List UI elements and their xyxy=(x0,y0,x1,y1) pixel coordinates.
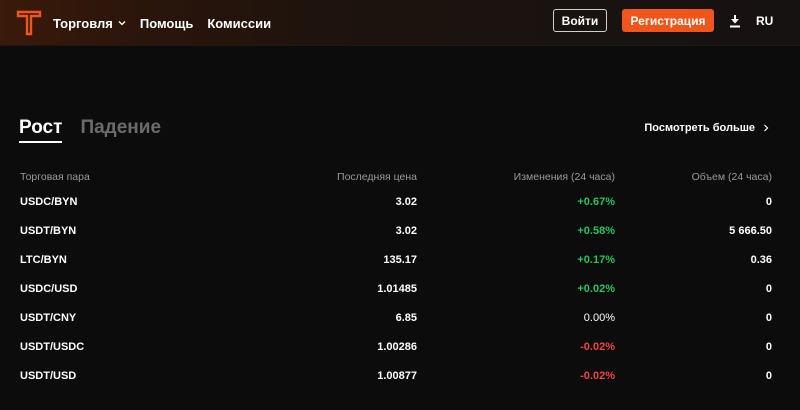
volume-cell: 0 xyxy=(765,341,772,353)
pair-cell: USDC/BYN xyxy=(20,196,78,208)
pair-cell: USDC/USD xyxy=(20,283,78,295)
price-cell: 1.01485 xyxy=(377,283,417,295)
see-more-link[interactable]: Посмотреть больше xyxy=(644,122,769,134)
nav-trading[interactable]: Торговля xyxy=(53,16,126,31)
change-cell: +0.58% xyxy=(577,225,615,237)
change-cell: +0.17% xyxy=(577,254,615,266)
download-icon[interactable] xyxy=(729,14,741,28)
chevron-right-icon xyxy=(764,124,769,132)
table-row[interactable]: USDT/USDC 1.00286 -0.02% 0 xyxy=(19,333,772,362)
column-header-price[interactable]: Последняя цена xyxy=(337,166,417,188)
market-tabs: Рост Падение xyxy=(19,117,161,143)
price-cell: 6.85 xyxy=(395,312,417,324)
volume-cell: 0 xyxy=(765,370,772,382)
nav-help-label: Помощь xyxy=(139,15,194,31)
table-row[interactable]: USDC/USD 1.01485 +0.02% 0 xyxy=(19,275,772,304)
tab-gainers[interactable]: Рост xyxy=(19,117,63,143)
column-header-change[interactable]: Изменения (24 часа) xyxy=(514,166,615,188)
price-cell: 3.02 xyxy=(395,225,417,237)
nav-help[interactable]: Помощь xyxy=(140,16,193,31)
column-header-volume[interactable]: Объем (24 часа) xyxy=(692,166,772,188)
table-row[interactable]: USDT/USD 1.00877 -0.02% 0 xyxy=(19,362,772,391)
pair-cell: USDT/BYN xyxy=(20,225,77,237)
pair-cell: USDT/USDC xyxy=(20,341,85,353)
login-button[interactable]: Войти xyxy=(553,9,607,32)
page: Торговля Помощь Комиссии Войти Регистрац… xyxy=(0,0,800,410)
markets-table: Торговая пара Последняя цена Изменения (… xyxy=(19,166,772,391)
price-cell: 1.00877 xyxy=(377,370,417,382)
see-more-label: Посмотреть больше xyxy=(644,122,755,134)
nav-fees[interactable]: Комиссии xyxy=(207,16,271,31)
tab-losers[interactable]: Падение xyxy=(80,117,161,143)
change-cell: 0.00% xyxy=(583,312,615,324)
chevron-down-icon xyxy=(118,21,126,26)
table-row[interactable]: USDT/CNY 6.85 0.00% 0 xyxy=(19,304,772,333)
volume-cell: 5 666.50 xyxy=(729,225,772,237)
volume-cell: 0 xyxy=(765,312,772,324)
table-row[interactable]: USDC/BYN 3.02 +0.67% 0 xyxy=(19,188,772,217)
table-body: USDC/BYN 3.02 +0.67% 0 USDT/BYN 3.02 +0.58% 5 6… xyxy=(19,188,772,391)
price-cell: 3.02 xyxy=(395,196,417,208)
pair-cell: LTC/BYN xyxy=(20,254,67,266)
logo-icon[interactable] xyxy=(16,9,42,37)
pair-cell: USDT/CNY xyxy=(20,312,77,324)
table-row[interactable]: LTC/BYN 135.17 +0.17% 0.36 xyxy=(19,246,772,275)
register-button[interactable]: Регистрация xyxy=(622,9,714,32)
change-cell: +0.67% xyxy=(577,196,615,208)
table-header: Торговая пара Последняя цена Изменения (… xyxy=(19,166,772,188)
volume-cell: 0 xyxy=(765,283,772,295)
nav-fees-label: Комиссии xyxy=(207,15,272,31)
main-nav: Торговля Помощь Комиссии xyxy=(53,0,271,46)
change-cell: -0.02% xyxy=(580,341,615,353)
nav-trading-label: Торговля xyxy=(53,15,113,31)
table-row[interactable]: USDT/BYN 3.02 +0.58% 5 666.50 xyxy=(19,217,772,246)
volume-cell: 0 xyxy=(765,196,772,208)
pair-cell: USDT/USD xyxy=(20,370,77,382)
change-cell: -0.02% xyxy=(580,370,615,382)
change-cell: +0.02% xyxy=(577,283,615,295)
price-cell: 1.00286 xyxy=(377,341,417,353)
language-selector[interactable]: RU xyxy=(756,14,773,28)
price-cell: 135.17 xyxy=(383,254,417,266)
top-header: Торговля Помощь Комиссии Войти Регистрац… xyxy=(0,0,800,46)
column-header-pair[interactable]: Торговая пара xyxy=(20,166,90,188)
volume-cell: 0.36 xyxy=(750,254,772,266)
